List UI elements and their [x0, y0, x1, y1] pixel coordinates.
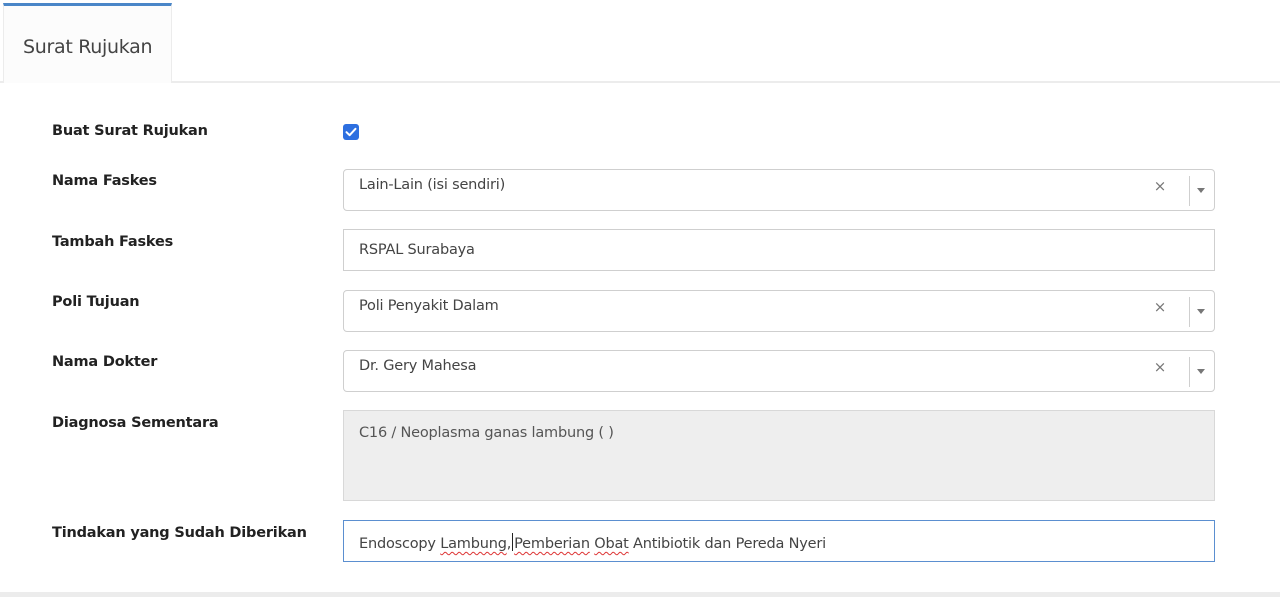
dropdown-arrow-icon[interactable] — [1194, 302, 1208, 320]
tindakan-input[interactable]: Endoscopy Lambung, Pemberian Obat Antibio… — [343, 520, 1215, 562]
buat-surat-label: Buat Surat Rujukan — [52, 123, 208, 139]
nama-faskes-select[interactable]: Lain-Lain (isi sendiri) × — [343, 169, 1215, 211]
footer-divider — [0, 592, 1280, 597]
diagnosa-value: C16 / Neoplasma ganas lambung ( ) — [359, 425, 614, 441]
clear-icon[interactable]: × — [1152, 358, 1168, 378]
dropdown-arrow-icon[interactable] — [1194, 181, 1208, 199]
tindakan-label: Tindakan yang Sudah Diberikan — [52, 525, 307, 541]
nama-dokter-label: Nama Dokter — [52, 354, 158, 370]
tambah-faskes-input[interactable]: RSPAL Surabaya — [343, 229, 1215, 271]
nama-faskes-label: Nama Faskes — [52, 173, 157, 189]
tindakan-value: Endoscopy Lambung, Pemberian Obat Antibio… — [359, 533, 826, 552]
poli-tujuan-select[interactable]: Poli Penyakit Dalam × — [343, 290, 1215, 332]
select-divider — [1189, 357, 1190, 387]
spellcheck-word: Obat — [594, 536, 629, 552]
dropdown-arrow-icon[interactable] — [1194, 362, 1208, 380]
nama-dokter-value: Dr. Gery Mahesa — [359, 358, 477, 374]
nama-dokter-select[interactable]: Dr. Gery Mahesa × — [343, 350, 1215, 392]
check-icon — [345, 127, 357, 137]
tambah-faskes-label: Tambah Faskes — [52, 234, 174, 250]
tab-bar: Surat Rujukan — [0, 0, 1280, 83]
poli-tujuan-value: Poli Penyakit Dalam — [359, 298, 499, 314]
select-divider — [1189, 297, 1190, 327]
poli-tujuan-label: Poli Tujuan — [52, 294, 140, 310]
spellcheck-word: Lambung — [440, 536, 507, 552]
tambah-faskes-value: RSPAL Surabaya — [359, 242, 475, 258]
tab-label: Surat Rujukan — [23, 36, 153, 58]
tab-surat-rujukan[interactable]: Surat Rujukan — [3, 3, 172, 83]
text-caret — [512, 533, 514, 551]
select-divider — [1189, 176, 1190, 206]
buat-surat-checkbox[interactable] — [343, 124, 359, 140]
spellcheck-word: Pemberian — [514, 536, 590, 552]
nama-faskes-value: Lain-Lain (isi sendiri) — [359, 177, 506, 193]
clear-icon[interactable]: × — [1152, 298, 1168, 318]
diagnosa-textarea: C16 / Neoplasma ganas lambung ( ) — [343, 410, 1215, 501]
clear-icon[interactable]: × — [1152, 177, 1168, 197]
diagnosa-label: Diagnosa Sementara — [52, 415, 219, 431]
